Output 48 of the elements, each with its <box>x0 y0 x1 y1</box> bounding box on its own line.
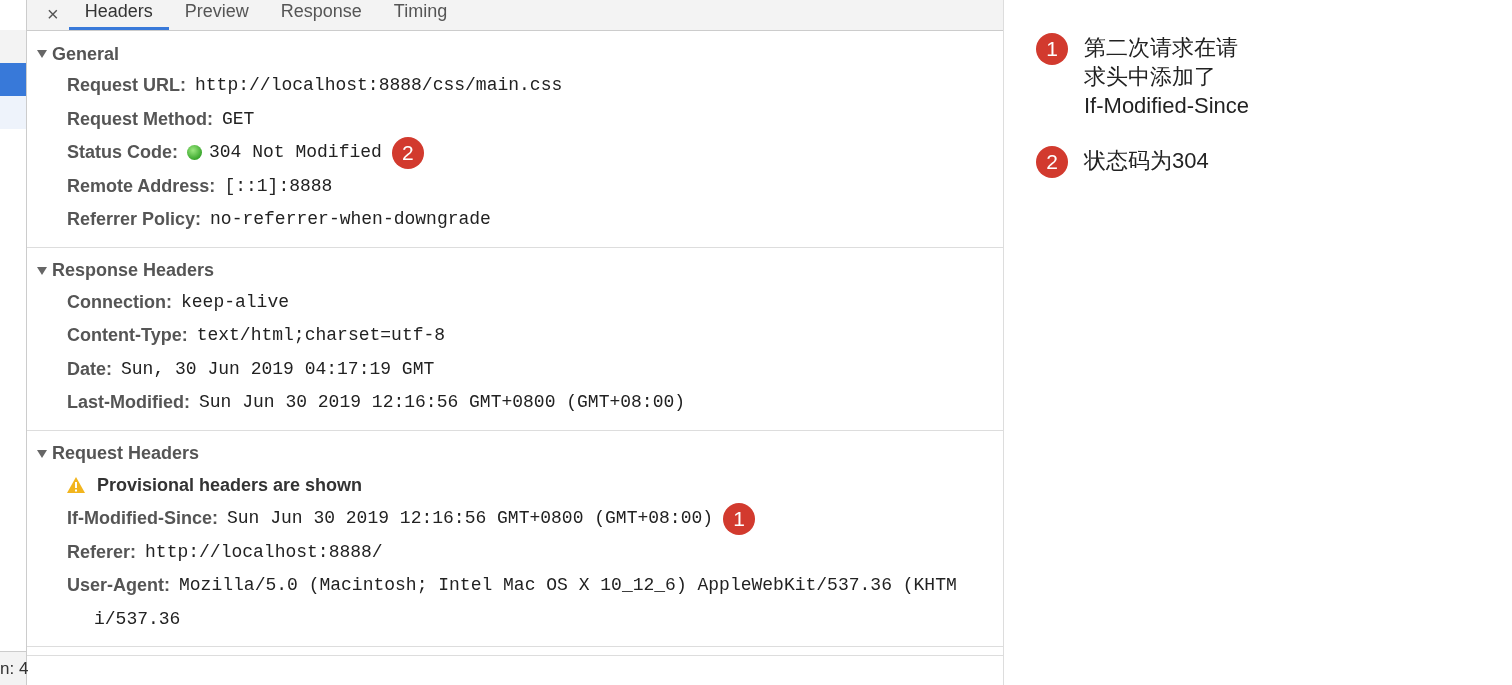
section-title: Request Headers <box>52 442 200 465</box>
annotation-badge: 2 <box>391 136 424 169</box>
header-value: no-referrer-when-downgrade <box>210 208 491 232</box>
header-name: Referrer Policy: <box>67 208 202 232</box>
header-value: text/html;charset=utf-8 <box>196 324 446 348</box>
request-row[interactable] <box>0 30 26 63</box>
header-value: Sun Jun 30 2019 12:16:56 GMT+0800 (GMT+08:00) <box>227 507 714 531</box>
tab[interactable]: Timing <box>377 2 464 30</box>
header-value: [::1]:8888 <box>224 174 333 198</box>
header-value: Sun Jun 30 2019 12:16:56 GMT+0800 (GMT+08:00) <box>199 391 686 415</box>
header-name: Referer: <box>67 540 137 564</box>
status-dot-icon <box>187 145 202 161</box>
header-value: Mozilla/5.0 (Macintosh; Intel Mac OS X 10_12_6) AppleWebKit/537.36 (KHTM <box>179 574 957 598</box>
request-row[interactable] <box>0 96 26 129</box>
header-value: keep-alive <box>181 290 290 314</box>
header-name: Connection: <box>67 290 172 314</box>
note-text: If-Modified-Since <box>1084 92 1250 120</box>
header-value: http://localhost:8888/css/main.css <box>195 74 563 98</box>
note-text: 求头中添加了 <box>1084 63 1217 91</box>
close-button[interactable]: × <box>37 4 69 30</box>
request-row[interactable] <box>0 63 26 96</box>
header-name: Content-Type: <box>67 324 188 348</box>
annotation-badge: 2 <box>1036 146 1068 178</box>
status-text: n: 4 <box>0 657 29 680</box>
annotation-badge: 1 <box>1036 33 1068 65</box>
note-text: 第二次请求在请 <box>1084 34 1239 62</box>
tab[interactable]: Preview <box>168 2 265 30</box>
tab[interactable]: Headers <box>68 2 169 30</box>
header-value: 304 Not Modified <box>209 141 382 165</box>
header-value: Sun, 30 Jun 2019 04:17:19 GMT <box>121 357 435 381</box>
tab[interactable]: Response <box>264 2 378 30</box>
section-title: General <box>52 42 120 66</box>
header-name: User-Agent: <box>67 574 170 598</box>
header-name: If-Modified-Since: <box>67 507 218 531</box>
section-title: Response Headers <box>52 259 215 282</box>
header-name: Status Code: <box>67 141 178 165</box>
header-name: Request URL: <box>67 74 186 98</box>
header-name: Request Method: <box>67 107 213 131</box>
header-value: GET <box>222 107 255 131</box>
header-name: Remote Address: <box>67 174 216 198</box>
header-value: http://localhost:8888/ <box>145 540 383 564</box>
header-value: i/537.36 <box>94 607 181 631</box>
annotation-badge: 1 <box>723 502 756 535</box>
header-name: Last-Modified: <box>67 391 190 415</box>
warning-icon <box>67 477 85 494</box>
header-name: Date: <box>67 357 112 381</box>
note-text: 状态码为304 <box>1084 147 1209 175</box>
warning-text: Provisional headers are shown <box>97 473 363 497</box>
